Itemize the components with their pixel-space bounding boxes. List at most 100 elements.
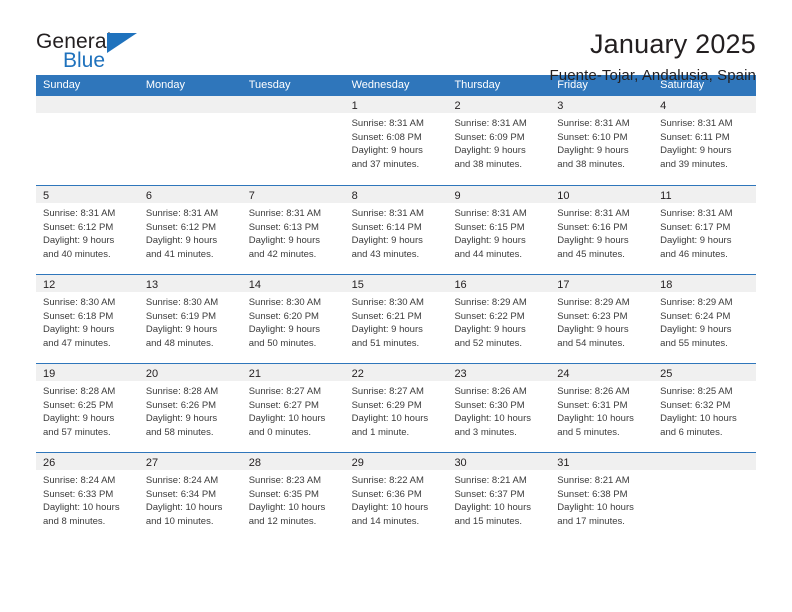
day-detail-line: Sunrise: 8:31 AM (557, 208, 630, 219)
day-number: 16 (454, 279, 467, 291)
day-number: 3 (557, 100, 564, 112)
day-number-band: 26 (36, 453, 139, 470)
day-detail-line: and 50 minutes. (248, 337, 317, 349)
day-number: 29 (351, 457, 364, 469)
day-cell-17[interactable]: 17 Sunrise: 8:29 AM Sunset: 6:23 PM Dayligh… (550, 275, 654, 363)
day-detail-line: Sunset: 6:14 PM (351, 221, 422, 233)
day-detail-line: Sunrise: 8:29 AM (557, 297, 630, 308)
day-cell-16[interactable]: 16 Sunrise: 8:29 AM Sunset: 6:22 PM Dayligh… (447, 275, 551, 363)
day-cell-25[interactable]: 25 Sunrise: 8:25 AM Sunset: 6:32 PM Dayligh… (653, 364, 757, 452)
day-cell-29[interactable]: 29 Sunrise: 8:22 AM Sunset: 6:36 PM Dayligh… (344, 453, 448, 541)
day-detail-line: Sunset: 6:30 PM (454, 399, 525, 411)
day-cell-15[interactable]: 15 Sunrise: 8:30 AM Sunset: 6:21 PM Dayligh… (344, 275, 448, 363)
day-detail-line: Sunset: 6:24 PM (660, 310, 731, 322)
day-cell-4[interactable]: 4 Sunrise: 8:31 AM Sunset: 6:11 PM Daylight… (653, 96, 757, 185)
day-cell-13[interactable]: 13 Sunrise: 8:30 AM Sunset: 6:19 PM Dayligh… (138, 275, 242, 363)
day-cell-26[interactable]: 26 Sunrise: 8:24 AM Sunset: 6:33 PM Dayligh… (36, 453, 139, 541)
day-cell-10[interactable]: 10 Sunrise: 8:31 AM Sunset: 6:16 PM Dayligh… (550, 186, 654, 274)
day-details: Sunrise: 8:27 AM Sunset: 6:29 PM Daylight:… (345, 381, 448, 439)
day-detail-line: Daylight: 9 hours (145, 235, 218, 247)
day-number: 24 (557, 368, 570, 380)
day-detail-line: Sunrise: 8:29 AM (660, 297, 733, 308)
day-detail-line: Daylight: 10 hours (454, 413, 532, 425)
day-cell-19[interactable]: 19 Sunrise: 8:28 AM Sunset: 6:25 PM Dayligh… (36, 364, 139, 452)
day-cell-24[interactable]: 24 Sunrise: 8:26 AM Sunset: 6:31 PM Dayligh… (550, 364, 654, 452)
day-cell-7[interactable]: 7 Sunrise: 8:31 AM Sunset: 6:13 PM Daylight… (241, 186, 345, 274)
day-number: 25 (660, 368, 673, 380)
day-number-band: 25 (653, 364, 757, 381)
day-detail-line: Sunrise: 8:31 AM (145, 208, 219, 219)
day-number-band: 18 (653, 275, 757, 292)
day-detail-line: Sunrise: 8:28 AM (43, 386, 116, 397)
day-detail-line: Daylight: 10 hours (248, 502, 326, 514)
day-number-band: 10 (550, 186, 654, 203)
day-number-band: 14 (241, 275, 345, 292)
day-detail-line: Sunrise: 8:30 AM (43, 297, 116, 308)
day-detail-line: Sunrise: 8:30 AM (248, 297, 322, 308)
day-number-band: 9 (447, 186, 551, 203)
day-number: 12 (43, 279, 56, 291)
day-cell-21[interactable]: 21 Sunrise: 8:27 AM Sunset: 6:27 PM Dayligh… (241, 364, 345, 452)
day-cell-5[interactable]: 5 Sunrise: 8:31 AM Sunset: 6:12 PM Daylight… (36, 186, 139, 274)
day-number-band: 27 (138, 453, 242, 470)
day-cell-22[interactable]: 22 Sunrise: 8:27 AM Sunset: 6:29 PM Dayligh… (344, 364, 448, 452)
day-detail-line: Daylight: 9 hours (660, 235, 732, 247)
day-detail-line: Sunset: 6:11 PM (660, 131, 730, 143)
day-detail-line: Daylight: 9 hours (454, 145, 526, 157)
weekday-header-wednesday: Wednesday (351, 79, 410, 91)
day-detail-line: and 52 minutes. (454, 337, 523, 349)
day-detail-line: Sunset: 6:36 PM (351, 488, 422, 500)
day-detail-line: Sunset: 6:18 PM (43, 310, 114, 322)
day-number: 1 (351, 100, 358, 112)
day-cell-30[interactable]: 30 Sunrise: 8:21 AM Sunset: 6:37 PM Dayligh… (447, 453, 551, 541)
weekday-header-sunday: Sunday (43, 79, 81, 91)
day-detail-line: Sunset: 6:20 PM (248, 310, 319, 322)
day-cell-6[interactable]: 6 Sunrise: 8:31 AM Sunset: 6:12 PM Daylight… (138, 186, 242, 274)
day-detail-line: Sunrise: 8:24 AM (43, 475, 116, 486)
day-detail-line: Sunrise: 8:27 AM (351, 386, 424, 397)
day-details: Sunrise: 8:31 AM Sunset: 6:14 PM Daylight:… (345, 203, 448, 261)
day-detail-line: and 41 minutes. (145, 248, 214, 260)
general-blue-logo[interactable]: General Blue (36, 28, 152, 74)
day-number-band (36, 96, 139, 113)
day-cell-12[interactable]: 12 Sunrise: 8:30 AM Sunset: 6:18 PM Dayligh… (36, 275, 139, 363)
day-details: Sunrise: 8:30 AM Sunset: 6:20 PM Daylight:… (242, 292, 345, 350)
day-cell-27[interactable]: 27 Sunrise: 8:24 AM Sunset: 6:34 PM Dayligh… (138, 453, 242, 541)
day-detail-line: and 38 minutes. (454, 158, 523, 170)
weekday-header-saturday: Saturday (660, 79, 705, 91)
day-details: Sunrise: 8:27 AM Sunset: 6:27 PM Daylight:… (242, 381, 345, 439)
day-cell-1[interactable]: 1 Sunrise: 8:31 AM Sunset: 6:08 PM Daylight… (344, 96, 448, 185)
day-detail-line: Sunset: 6:29 PM (351, 399, 422, 411)
day-number-band: 31 (550, 453, 654, 470)
day-cell-3[interactable]: 3 Sunrise: 8:31 AM Sunset: 6:10 PM Daylight… (550, 96, 654, 185)
day-cell-11[interactable]: 11 Sunrise: 8:31 AM Sunset: 6:17 PM Dayligh… (653, 186, 757, 274)
day-detail-line: Sunrise: 8:22 AM (351, 475, 424, 486)
day-details: Sunrise: 8:30 AM Sunset: 6:19 PM Daylight:… (139, 292, 242, 350)
day-details: Sunrise: 8:31 AM Sunset: 6:09 PM Daylight:… (447, 113, 550, 171)
day-cell-9[interactable]: 9 Sunrise: 8:31 AM Sunset: 6:15 PM Daylight… (447, 186, 551, 274)
day-cell-28[interactable]: 28 Sunrise: 8:23 AM Sunset: 6:35 PM Dayligh… (241, 453, 345, 541)
day-detail-line: Sunset: 6:33 PM (43, 488, 114, 500)
day-cell-31[interactable]: 31 Sunrise: 8:21 AM Sunset: 6:38 PM Dayligh… (550, 453, 654, 541)
day-detail-line: Sunrise: 8:21 AM (454, 475, 527, 486)
day-number: 17 (557, 279, 570, 291)
day-number-band: 19 (36, 364, 139, 381)
day-detail-line: Sunset: 6:21 PM (351, 310, 422, 322)
day-number: 6 (145, 190, 152, 202)
day-cell-23[interactable]: 23 Sunrise: 8:26 AM Sunset: 6:30 PM Dayligh… (447, 364, 551, 452)
day-details: Sunrise: 8:31 AM Sunset: 6:16 PM Daylight:… (550, 203, 653, 261)
day-detail-line: Sunrise: 8:31 AM (351, 208, 424, 219)
day-cell-18[interactable]: 18 Sunrise: 8:29 AM Sunset: 6:24 PM Dayligh… (653, 275, 757, 363)
day-detail-line: Daylight: 9 hours (557, 145, 629, 157)
day-cell-empty (241, 96, 345, 185)
day-cell-14[interactable]: 14 Sunrise: 8:30 AM Sunset: 6:20 PM Dayligh… (241, 275, 345, 363)
day-detail-line: and 17 minutes. (557, 515, 625, 527)
day-number: 26 (43, 457, 56, 469)
day-detail-line: Daylight: 10 hours (351, 413, 429, 425)
day-number-band: 5 (36, 186, 139, 203)
day-cell-8[interactable]: 8 Sunrise: 8:31 AM Sunset: 6:14 PM Daylight… (344, 186, 448, 274)
day-cell-20[interactable]: 20 Sunrise: 8:28 AM Sunset: 6:26 PM Dayligh… (138, 364, 242, 452)
day-detail-line: Sunrise: 8:31 AM (660, 118, 733, 129)
day-cell-2[interactable]: 2 Sunrise: 8:31 AM Sunset: 6:09 PM Daylight… (447, 96, 551, 185)
day-detail-line: Daylight: 10 hours (557, 413, 634, 425)
